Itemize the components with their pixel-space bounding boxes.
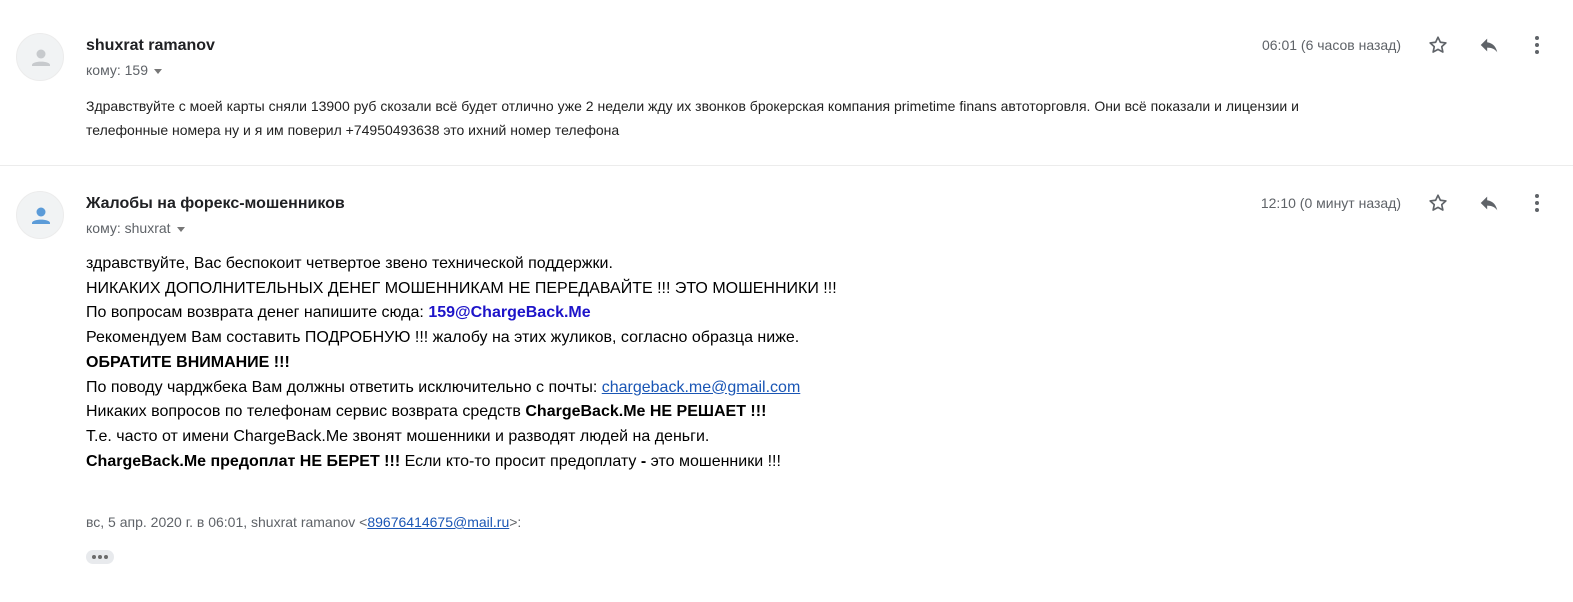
message-time: 12:10 (0 минут назад) [1260,195,1401,211]
more-options-button[interactable] [1523,31,1551,59]
chevron-down-icon[interactable] [154,68,162,74]
body-line: ОБРАТИТЕ ВНИМАНИЕ !!! [86,351,837,376]
bold-text: ChargeBack.Me предоплат НЕ БЕРЕТ !!! [86,452,401,470]
quote-text: >: [509,514,522,530]
message-1: shuxrat ramanov кому: 159 06:01 (6 часов… [0,0,1573,166]
avatar-person-icon [32,49,50,66]
body-line: здравствуйте, Вас беспокоит четвертое зв… [86,255,613,272]
quote-header: вс, 5 апр. 2020 г. в 06:01, shuxrat rama… [86,514,521,530]
body-line: Здравствуйте с моей карты сняли 13900 ру… [86,98,1299,114]
show-trimmed-content-button[interactable] [86,550,114,564]
message-time: 06:01 (6 часов назад) [1261,37,1401,53]
body-line: Рекомендуем Вам составить ПОДРОБНУЮ !!! … [86,329,800,347]
avatar-person-icon [32,207,50,224]
body-text: Если кто-то просит предоплату [400,452,641,470]
body-line: Т.е. часто от имени ChargeBack.Me звонят… [86,427,710,445]
dot [104,555,108,559]
show-trimmed-content-icon [92,555,96,559]
message-2: Жалобы на форекс-мошенников кому: shuxra… [0,166,1573,602]
body-text: Никаких вопросов по телефонам сервис воз… [86,403,526,421]
recipient-line[interactable]: кому: shuxrat [86,220,185,236]
reply-button[interactable] [1475,189,1503,217]
reply-button[interactable] [1475,31,1503,59]
body-line: По вопросам возврата денег напишите сюда… [86,301,837,326]
reply-icon [1480,196,1498,211]
star-icon [1429,194,1447,211]
quote-email-link[interactable]: 89676414675@mail.ru [367,514,509,530]
message-body: здравствуйте, Вас беспокоит четвертое зв… [86,252,837,474]
bold-text: ChargeBack.Me НЕ РЕШАЕТ !!! [525,403,767,421]
body-line: Никаких вопросов по телефонам сервис воз… [86,400,837,425]
star-icon [1429,36,1447,53]
body-line: По поводу чарджбека Вам должны ответить … [86,376,837,401]
sender-name[interactable]: Жалобы на форекс-мошенников [86,195,345,213]
more-vert-icon [1535,36,1539,54]
chevron-down-icon[interactable] [176,226,185,232]
chargeback-email-link[interactable]: chargeback.me@gmail.com [602,379,801,396]
message-body: Здравствуйте с моей карты сняли 13900 ру… [86,94,1506,142]
body-line: телефонные номера ну и я им поверил +749… [86,122,620,138]
recipient-text: кому: 159 [86,62,148,78]
attention-text: ОБРАТИТЕ ВНИМАНИЕ !!! [86,353,290,371]
star-button[interactable] [1424,31,1452,59]
quote-text: вс, 5 апр. 2020 г. в 06:01, shuxrat rama… [86,514,368,530]
sender-name[interactable]: shuxrat ramanov [86,37,215,55]
sender-avatar[interactable] [16,191,64,239]
more-options-button[interactable] [1523,189,1551,217]
recipient-line[interactable]: кому: 159 [86,62,162,78]
support-email[interactable]: 159@ChargeBack.Me [428,304,590,321]
recipient-text: кому: shuxrat [86,220,171,236]
more-vert-icon [1535,194,1539,212]
reply-icon [1480,38,1498,53]
body-text: это мошенники !!! [646,452,781,470]
dot [98,555,102,559]
body-line: НИКАКИХ ДОПОЛНИТЕЛЬНЫХ ДЕНЕГ МОШЕННИКАМ … [86,279,837,297]
star-button[interactable] [1424,189,1452,217]
body-text: По поводу чарджбека Вам должны ответить … [86,378,602,396]
sender-avatar[interactable] [16,33,64,81]
body-text: По вопросам возврата денег напишите сюда… [86,304,429,322]
body-line: ChargeBack.Me предоплат НЕ БЕРЕТ !!! Есл… [86,450,837,475]
